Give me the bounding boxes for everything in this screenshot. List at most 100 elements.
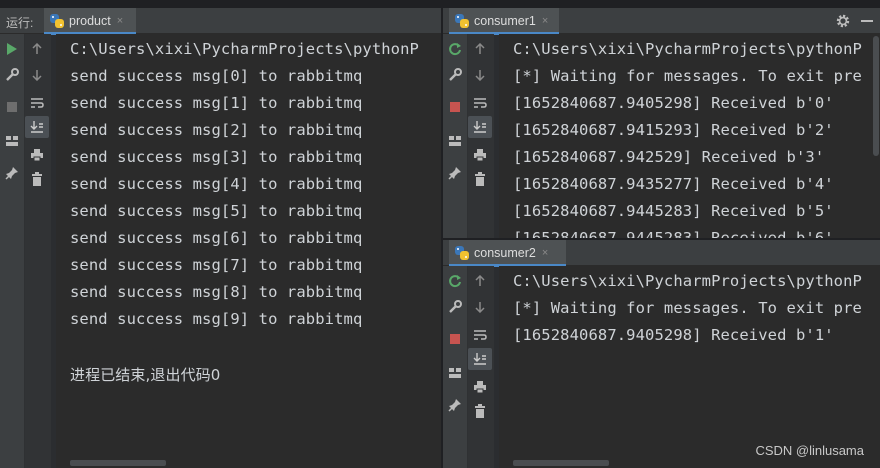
arrow-down-icon — [475, 70, 485, 81]
scroll-to-end-icon — [473, 121, 486, 133]
console-line: [*] Waiting for messages. To exit pre — [513, 67, 862, 85]
scroll-down-button[interactable] — [25, 64, 49, 86]
rerun-button[interactable] — [0, 38, 24, 60]
tab-product[interactable]: product × — [44, 8, 136, 35]
console-line: send success msg[7] to rabbitmq — [70, 256, 363, 274]
consumer1-tabbar: consumer1 × — [443, 8, 880, 35]
soft-wrap-icon — [31, 98, 44, 108]
console-line: C:\Users\xixi\PycharmProjects\pythonP — [70, 40, 419, 58]
rerun-icon — [449, 43, 461, 56]
console-line: send success msg[1] to rabbitmq — [70, 94, 363, 112]
gear-button[interactable] — [835, 13, 851, 29]
console-line: [1652840687.9405298] Received b'1' — [513, 326, 834, 344]
print-icon — [474, 149, 486, 162]
scroll-up-button[interactable] — [468, 270, 492, 292]
wrench-icon — [449, 300, 462, 313]
console-line: [*] Waiting for messages. To exit pre — [513, 299, 862, 317]
tab-consumer1-label: consumer1 — [474, 14, 536, 28]
consumer2-tabbar: consumer2 × — [443, 240, 880, 267]
arrow-up-icon — [475, 275, 485, 286]
layout-icon — [6, 136, 18, 146]
wrench-icon — [449, 68, 462, 81]
tab-consumer2[interactable]: consumer2 × — [449, 240, 566, 267]
rerun-button[interactable] — [443, 270, 467, 292]
print-icon — [474, 381, 486, 394]
soft-wrap-icon — [474, 330, 487, 340]
soft-wrap-button[interactable] — [468, 92, 492, 114]
stop-button[interactable] — [443, 96, 467, 118]
consumer2-console[interactable]: C:\Users\xixi\PycharmProjects\pythonP [*]… — [499, 266, 880, 468]
arrow-up-icon — [32, 43, 42, 54]
console-line: send success msg[2] to rabbitmq — [70, 121, 363, 139]
layout-button[interactable] — [0, 130, 24, 152]
horizontal-scrollbar[interactable] — [513, 460, 609, 466]
print-button[interactable] — [468, 376, 492, 398]
scroll-to-end-icon — [30, 121, 43, 133]
clear-button[interactable] — [468, 400, 492, 422]
exit-message: 进程已结束,退出代码0 — [70, 366, 221, 384]
print-button[interactable] — [468, 144, 492, 166]
settings-button[interactable] — [443, 64, 467, 86]
consumer2-pane: consumer2 × C:\Users\xixi\PycharmProject… — [443, 240, 880, 468]
console-line: send success msg[5] to rabbitmq — [70, 202, 363, 220]
wrench-icon — [6, 68, 19, 81]
run-toolbar — [443, 266, 468, 468]
console-toolbar — [468, 34, 494, 238]
play-icon — [7, 43, 17, 55]
console-line: [1652840687.9435277] Received b'4' — [513, 175, 834, 193]
scroll-to-end-button[interactable] — [25, 116, 49, 138]
vertical-scrollbar[interactable] — [873, 36, 879, 156]
pin-button[interactable] — [443, 394, 467, 416]
tab-consumer1[interactable]: consumer1 × — [449, 8, 559, 35]
scroll-to-end-button[interactable] — [468, 116, 492, 138]
run-label: 运行: — [6, 16, 34, 30]
stop-button[interactable] — [443, 328, 467, 350]
tab-product-label: product — [69, 14, 111, 28]
scroll-down-button[interactable] — [468, 296, 492, 318]
product-pane: 运行: product × C:\Users\xixi\PycharmProje… — [0, 8, 441, 468]
stop-icon — [450, 334, 460, 344]
print-button[interactable] — [25, 144, 49, 166]
rerun-button[interactable] — [443, 38, 467, 60]
title-strip — [0, 0, 880, 8]
console-line: [1652840687.9415293] Received b'2' — [513, 121, 834, 139]
layout-icon — [449, 368, 461, 378]
soft-wrap-button[interactable] — [25, 92, 49, 114]
layout-button[interactable] — [443, 362, 467, 384]
close-icon[interactable]: × — [117, 15, 123, 27]
layout-icon — [449, 136, 461, 146]
clear-button[interactable] — [468, 168, 492, 190]
console-toolbar — [468, 266, 494, 468]
horizontal-scrollbar[interactable] — [70, 460, 166, 466]
minimize-button[interactable] — [861, 20, 873, 22]
scroll-down-button[interactable] — [468, 64, 492, 86]
arrow-down-icon — [475, 302, 485, 313]
scroll-up-button[interactable] — [25, 38, 49, 60]
stop-button[interactable] — [0, 96, 24, 118]
console-line: send success msg[9] to rabbitmq — [70, 310, 363, 328]
console-toolbar — [25, 34, 51, 468]
scroll-to-end-button[interactable] — [468, 348, 492, 370]
scroll-up-button[interactable] — [468, 38, 492, 60]
pin-button[interactable] — [0, 162, 24, 184]
product-console[interactable]: C:\Users\xixi\PycharmProjects\pythonP sen… — [56, 34, 441, 468]
console-line: C:\Users\xixi\PycharmProjects\pythonP — [513, 272, 862, 290]
arrow-up-icon — [475, 43, 485, 54]
layout-button[interactable] — [443, 130, 467, 152]
settings-button[interactable] — [0, 64, 24, 86]
rerun-icon — [449, 275, 461, 288]
console-line: send success msg[0] to rabbitmq — [70, 67, 363, 85]
trash-icon — [475, 172, 485, 186]
python-icon — [455, 246, 469, 260]
clear-button[interactable] — [25, 168, 49, 190]
soft-wrap-button[interactable] — [468, 324, 492, 346]
scroll-to-end-icon — [473, 353, 486, 365]
pin-icon — [448, 399, 461, 412]
pin-button[interactable] — [443, 162, 467, 184]
console-line: C:\Users\xixi\PycharmProjects\pythonP — [513, 40, 862, 58]
settings-button[interactable] — [443, 296, 467, 318]
close-icon[interactable]: × — [542, 15, 548, 27]
consumer1-console[interactable]: C:\Users\xixi\PycharmProjects\pythonP [*]… — [499, 34, 880, 238]
stop-icon — [450, 102, 460, 112]
close-icon[interactable]: × — [542, 247, 548, 259]
